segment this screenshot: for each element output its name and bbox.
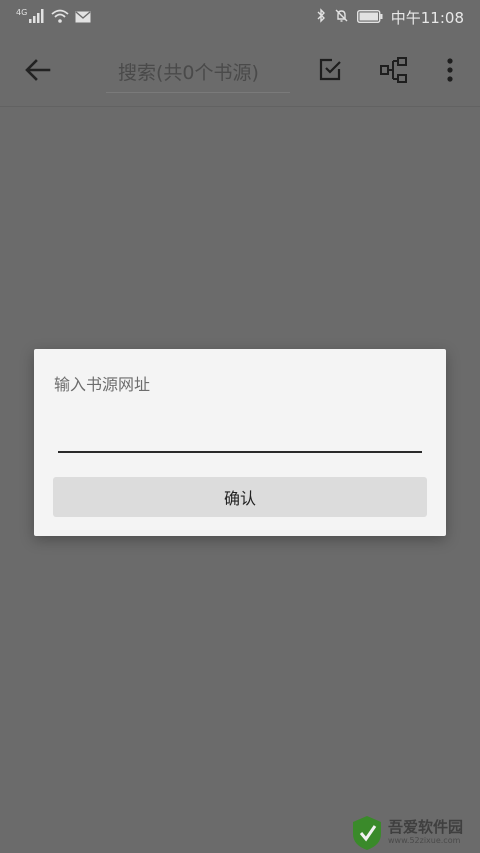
toolbar: 搜索(共0个书源): [0, 34, 480, 107]
battery-icon: [356, 8, 383, 27]
search-placeholder: 搜索(共0个书源): [118, 62, 259, 84]
more-button[interactable]: [434, 54, 466, 86]
source-url-input[interactable]: [58, 421, 422, 453]
back-button[interactable]: [20, 52, 56, 88]
arrow-left-icon: [25, 59, 51, 81]
signal-icon: [29, 8, 45, 27]
status-bar: 4G 中午11:08: [0, 0, 480, 34]
search-box[interactable]: 搜索(共0个书源): [106, 50, 290, 93]
more-vert-icon: [447, 58, 453, 82]
mail-icon: [75, 8, 91, 27]
watermark-title: 吾爱软件园: [388, 818, 464, 836]
wifi-icon: [51, 8, 69, 27]
checkbox-edit-icon: [319, 58, 341, 81]
mute-bell-icon: [334, 8, 349, 27]
group-button[interactable]: [378, 54, 410, 86]
hierarchy-icon: [380, 57, 407, 83]
select-mode-button[interactable]: [314, 54, 346, 86]
network-type-label: 4G: [16, 7, 28, 17]
confirm-button[interactable]: 确认: [53, 477, 427, 517]
watermark-url: www.52zixue.com: [388, 836, 461, 845]
input-url-dialog: 输入书源网址 确认: [34, 349, 446, 536]
dialog-title: 输入书源网址: [54, 375, 151, 394]
status-left: 4G: [16, 6, 91, 28]
status-time: 中午11:08: [390, 8, 464, 27]
bluetooth-icon: [316, 7, 326, 27]
status-right: 中午11:08: [316, 6, 464, 28]
watermark-text: 吾爱软件园 www.52zixue.com: [388, 820, 463, 845]
shield-logo-icon: [353, 815, 381, 850]
watermark: 吾爱软件园 www.52zixue.com: [350, 812, 480, 853]
